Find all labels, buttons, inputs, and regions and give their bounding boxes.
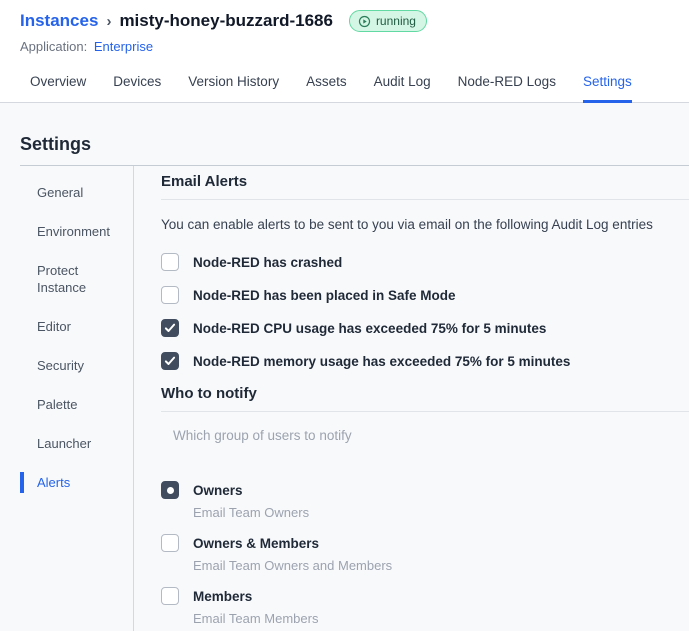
alert-option-label: Node-RED CPU usage has exceeded 75% for … [193, 321, 547, 336]
tab-version-history[interactable]: Version History [188, 68, 279, 103]
radio-unselected-icon[interactable] [161, 534, 179, 552]
sidebar-item-protect-instance[interactable]: Protect Instance [20, 260, 120, 298]
radio-selected-icon[interactable] [161, 481, 179, 499]
application-link[interactable]: Enterprise [94, 39, 153, 54]
check-icon [164, 356, 176, 365]
sidebar-item-editor[interactable]: Editor [20, 316, 120, 337]
sidebar-item-alerts[interactable]: Alerts [20, 472, 120, 493]
sidebar-item-environment[interactable]: Environment [20, 221, 120, 242]
notify-option-description: Email Team Owners [193, 505, 310, 520]
checkbox-checked-icon[interactable] [161, 319, 179, 337]
instance-tabbar: Overview Devices Version History Assets … [0, 54, 689, 103]
instance-name: misty-honey-buzzard-1686 [119, 11, 333, 30]
page-title: Settings [20, 134, 92, 154]
alert-option-safe-mode[interactable]: Node-RED has been placed in Safe Mode [161, 286, 689, 305]
alert-option-memory[interactable]: Node-RED memory usage has exceeded 75% f… [161, 352, 689, 371]
notify-option-label: Owners [193, 483, 243, 498]
notify-option-label: Owners & Members [193, 536, 320, 551]
who-to-notify-divider [161, 411, 689, 412]
application-row: Application: Enterprise [20, 39, 669, 54]
chevron-right-icon: › [106, 12, 112, 30]
tab-overview[interactable]: Overview [30, 68, 86, 103]
alerts-settings-panel: Email Alerts You can enable alerts to be… [134, 166, 689, 631]
breadcrumb-instances-link[interactable]: Instances [20, 11, 98, 31]
play-circle-icon [358, 15, 371, 28]
who-to-notify-hint: Which group of users to notify [173, 428, 352, 443]
check-icon [164, 323, 176, 332]
notify-option-label: Members [193, 589, 253, 604]
page-header: Instances › misty-honey-buzzard-1686 run… [0, 0, 689, 54]
email-alerts-section: Email Alerts You can enable alerts to be… [161, 173, 689, 371]
notify-option-members[interactable]: Members Email Team Members [161, 587, 689, 627]
radio-unselected-icon[interactable] [161, 587, 179, 605]
settings-page: Settings General Environment Protect Ins… [0, 103, 689, 631]
application-label: Application: [20, 39, 88, 54]
notify-option-description: Email Team Owners and Members [193, 558, 393, 573]
notify-option-owners-members[interactable]: Owners & Members Email Team Owners and M… [161, 534, 689, 574]
alert-option-label: Node-RED memory usage has exceeded 75% f… [193, 354, 571, 369]
notify-option-description: Email Team Members [193, 611, 319, 626]
status-badge: running [348, 10, 427, 32]
radio-dot [166, 486, 174, 494]
breadcrumb: Instances › misty-honey-buzzard-1686 run… [20, 10, 669, 32]
sidebar-item-palette[interactable]: Palette [20, 394, 120, 415]
who-to-notify-section: Who to notify Which group of users to no… [161, 385, 689, 627]
sidebar-item-launcher[interactable]: Launcher [20, 433, 120, 454]
settings-sidebar: General Environment Protect Instance Edi… [0, 166, 134, 631]
email-alerts-title: Email Alerts [161, 173, 248, 190]
checkbox-checked-icon[interactable] [161, 352, 179, 370]
alert-option-crashed[interactable]: Node-RED has crashed [161, 253, 689, 272]
tab-audit-log[interactable]: Audit Log [374, 68, 431, 103]
alert-option-label: Node-RED has been placed in Safe Mode [193, 288, 456, 303]
email-alerts-description: You can enable alerts to be sent to you … [161, 217, 653, 232]
who-to-notify-title: Who to notify [161, 385, 257, 402]
tab-devices[interactable]: Devices [113, 68, 161, 103]
tab-node-red-logs[interactable]: Node-RED Logs [458, 68, 556, 103]
checkbox-unchecked-icon[interactable] [161, 253, 179, 271]
alert-option-cpu[interactable]: Node-RED CPU usage has exceeded 75% for … [161, 319, 689, 338]
alert-option-label: Node-RED has crashed [193, 255, 343, 270]
notify-option-owners[interactable]: Owners Email Team Owners [161, 481, 689, 521]
sidebar-item-security[interactable]: Security [20, 355, 120, 376]
checkbox-unchecked-icon[interactable] [161, 286, 179, 304]
tab-assets[interactable]: Assets [306, 68, 347, 103]
tab-settings[interactable]: Settings [582, 68, 632, 103]
status-badge-label: running [375, 14, 416, 28]
sidebar-item-general[interactable]: General [20, 182, 120, 203]
email-alerts-divider [161, 199, 689, 200]
